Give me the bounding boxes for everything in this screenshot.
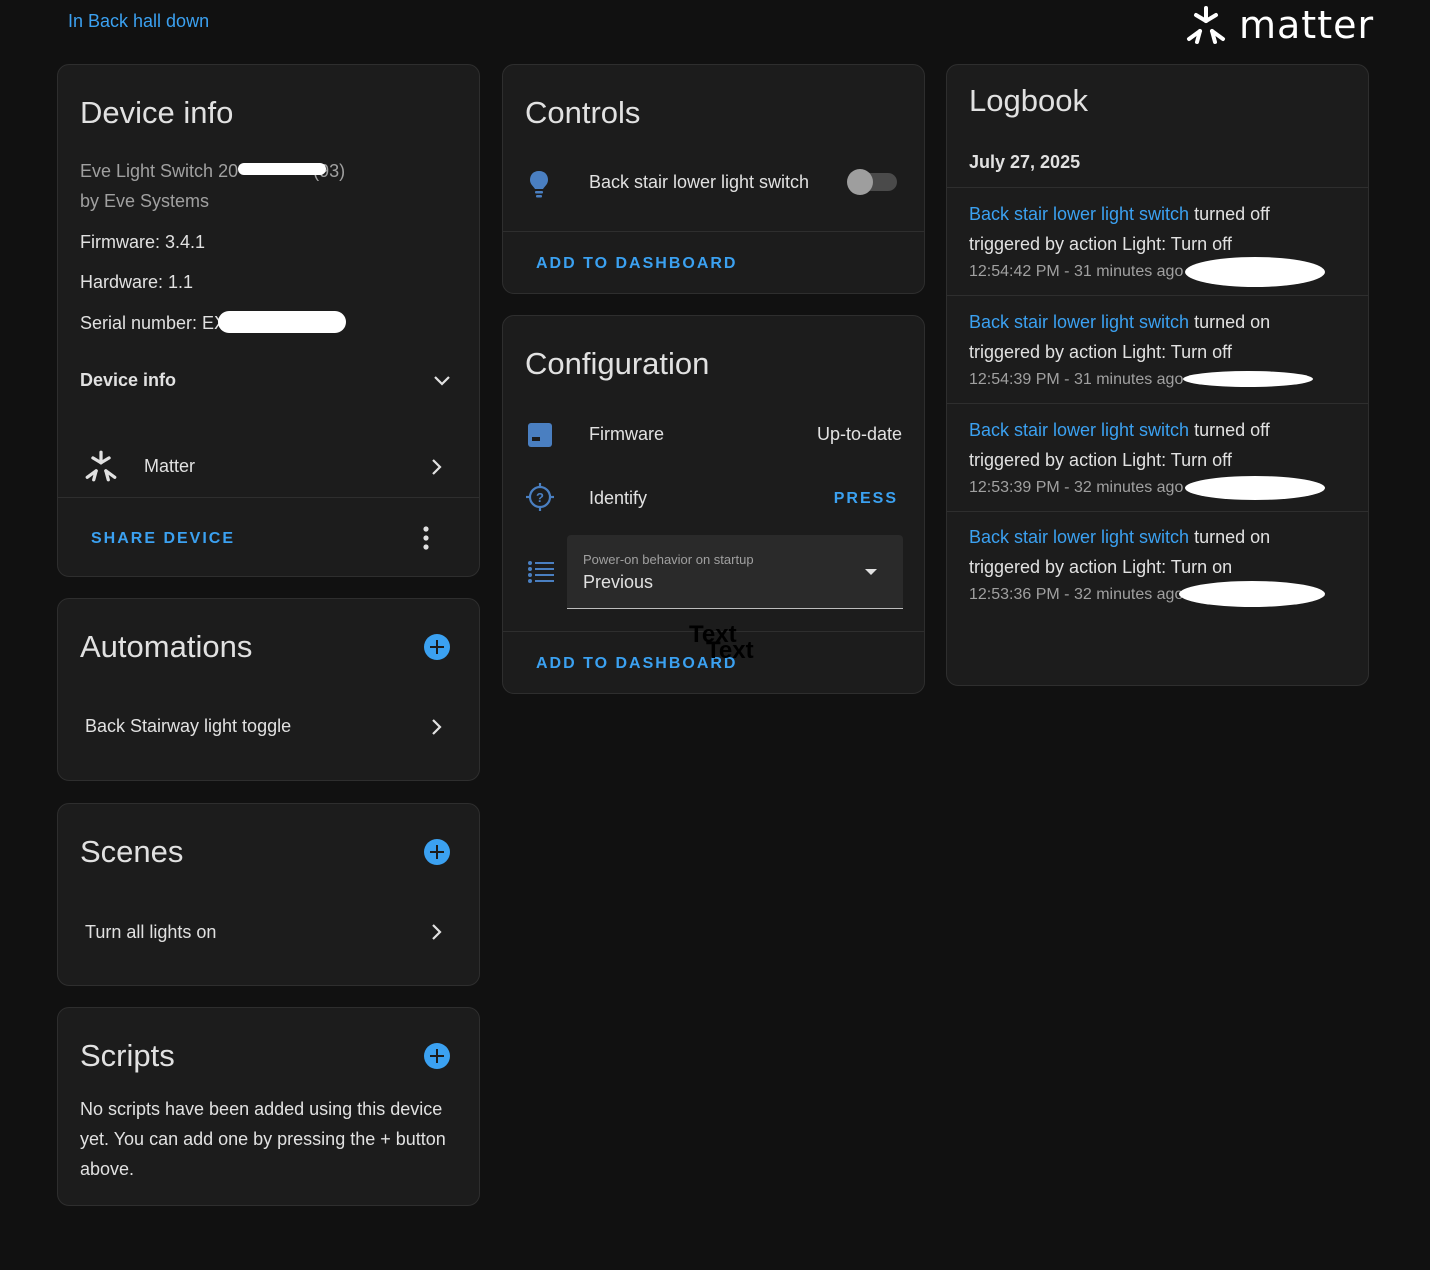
- select-label: Power-on behavior on startup: [583, 552, 754, 567]
- logbook-card: Logbook July 27, 2025 Back stair lower l…: [946, 64, 1369, 686]
- chevron-right-icon[interactable]: [428, 457, 446, 477]
- chevron-right-icon[interactable]: [428, 717, 446, 737]
- log-action: turned off: [1189, 204, 1270, 224]
- add-scene-button[interactable]: [424, 839, 450, 865]
- controls-title: Controls: [525, 95, 641, 130]
- scripts-empty-text: No scripts have been added using this de…: [80, 1099, 446, 1179]
- scene-item[interactable]: Turn all lights on: [85, 922, 216, 943]
- add-script-button[interactable]: [424, 1043, 450, 1069]
- svg-text:?: ?: [536, 490, 544, 505]
- log-trigger: triggered by action Light: Turn off: [969, 234, 1232, 254]
- switch-toggle-knob[interactable]: [847, 169, 873, 195]
- integration-matter-label[interactable]: Matter: [144, 456, 195, 477]
- matter-logo-icon: [1187, 6, 1225, 44]
- device-info-card: Device info Eve Light Switch 20 (93) by …: [57, 64, 480, 577]
- power-on-behavior-select[interactable]: Power-on behavior on startup Previous: [567, 535, 903, 609]
- dropdown-arrow-icon: [865, 569, 877, 575]
- log-action: turned on: [1189, 527, 1271, 547]
- redaction-mark: [218, 311, 346, 333]
- divider: [58, 497, 479, 498]
- lightbulb-icon: [530, 171, 548, 198]
- switch-entity-name: Back stair lower light switch: [589, 172, 810, 192]
- serial-number: Serial number: EX: [80, 313, 227, 333]
- device-info-title: Device info: [80, 95, 234, 130]
- logbook-date: July 27, 2025: [969, 152, 1081, 172]
- redaction-mark: [1179, 581, 1325, 607]
- area-link[interactable]: In Back hall down: [68, 11, 209, 32]
- firmware-status: Up-to-date: [816, 424, 902, 444]
- log-entity-link[interactable]: Back stair lower light switch: [969, 204, 1189, 224]
- add-to-dashboard-button[interactable]: ADD TO DASHBOARD: [536, 255, 737, 273]
- add-automation-button[interactable]: [424, 634, 450, 660]
- redaction-mark: [1185, 257, 1325, 287]
- identify-label: Identify: [589, 488, 648, 508]
- log-trigger: triggered by action Light: Turn on: [969, 557, 1233, 577]
- matter-logo: matter: [1185, 3, 1374, 47]
- controls-card: Controls Back stair lower light switch A…: [502, 64, 925, 294]
- configuration-title: Configuration: [525, 346, 710, 381]
- redaction-mark: [1185, 476, 1325, 500]
- share-device-button[interactable]: SHARE DEVICE: [91, 530, 235, 548]
- firmware-label: Firmware: [589, 424, 664, 444]
- hardware-version: Hardware: 1.1: [80, 272, 194, 292]
- automation-item[interactable]: Back Stairway light toggle: [85, 716, 291, 737]
- log-action: turned on: [1189, 312, 1271, 332]
- divider: [947, 403, 1368, 404]
- log-entity-link[interactable]: Back stair lower light switch: [969, 420, 1189, 440]
- divider: [947, 511, 1368, 512]
- logbook-title: Logbook: [969, 83, 1088, 118]
- chevron-down-icon[interactable]: [432, 372, 452, 390]
- log-trigger: triggered by action Light: Turn off: [969, 342, 1232, 362]
- automations-card: Automations Back Stairway light toggle: [57, 598, 480, 781]
- overlay-text: Text: [706, 637, 754, 664]
- identify-press-button[interactable]: PRESS: [834, 490, 898, 508]
- device-manufacturer: by Eve Systems: [80, 191, 210, 211]
- scripts-title: Scripts: [80, 1038, 175, 1073]
- identify-icon: ?: [526, 483, 554, 511]
- chevron-right-icon[interactable]: [428, 922, 446, 942]
- device-info-expander[interactable]: Device info: [80, 370, 176, 391]
- log-action: turned off: [1189, 420, 1270, 440]
- log-entity-link[interactable]: Back stair lower light switch: [969, 312, 1189, 332]
- scenes-title: Scenes: [80, 834, 184, 869]
- scenes-card: Scenes Turn all lights on: [57, 803, 480, 986]
- more-vert-icon[interactable]: [418, 525, 434, 551]
- list-icon: [528, 561, 554, 583]
- divider: [503, 231, 924, 232]
- configuration-card: Configuration Firmware Up-to-date ? Iden…: [502, 315, 925, 694]
- matter-icon: [85, 450, 117, 482]
- redaction-mark: [238, 163, 326, 175]
- automations-title: Automations: [80, 629, 253, 664]
- log-trigger: triggered by action Light: Turn off: [969, 450, 1232, 470]
- scripts-card: Scripts No scripts have been added using…: [57, 1007, 480, 1206]
- divider: [947, 295, 1368, 296]
- firmware-version: Firmware: 3.4.1: [80, 232, 206, 252]
- divider: [947, 187, 1368, 188]
- firmware-icon: [528, 423, 552, 447]
- log-entity-link[interactable]: Back stair lower light switch: [969, 527, 1189, 547]
- matter-wordmark: matter: [1239, 3, 1375, 47]
- redaction-mark: [1183, 371, 1313, 387]
- select-value: Previous: [583, 572, 654, 592]
